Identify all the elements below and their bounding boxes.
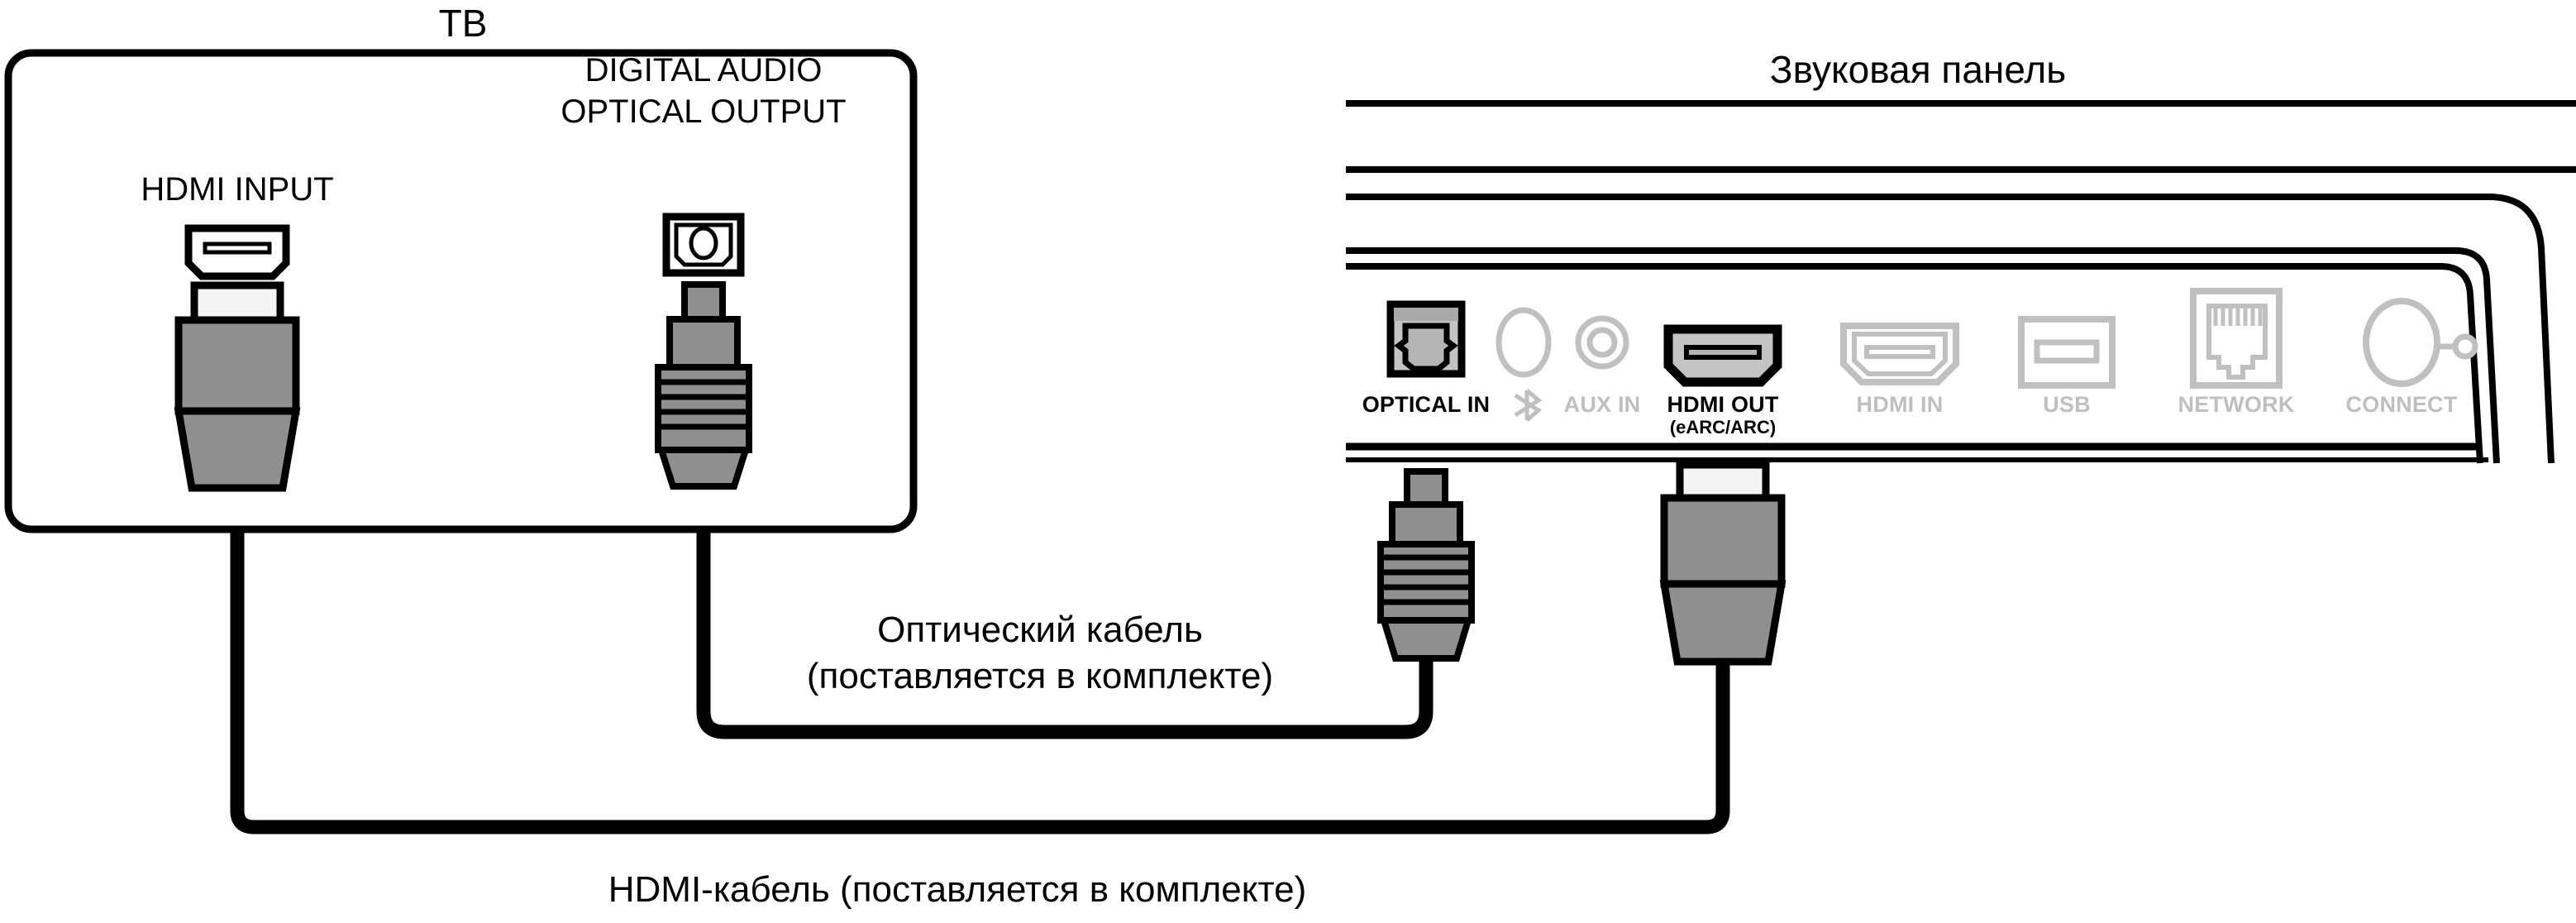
optical-in-port-shade	[1394, 308, 1458, 321]
connect-button-icon	[2363, 298, 2440, 387]
soundbar-port-hdmi-out: HDMI OUT (eARC/ARC)	[1663, 324, 1782, 438]
tv-title: ТВ	[439, 2, 488, 45]
diagram-canvas: ТВ Звуковая панель HDMI INPUT DIGITAL AU…	[0, 0, 2576, 923]
optical-plug-neck	[666, 316, 741, 371]
tv-optical-label-line1: DIGITAL AUDIO	[585, 52, 823, 88]
sb-optical-plug-tip	[1404, 468, 1448, 508]
soundbar-title: Звуковая панель	[1770, 48, 2066, 91]
hdmi-out-port-slot	[1684, 345, 1762, 360]
rj45-pins	[2213, 308, 2263, 326]
optical-plug-tip	[681, 281, 726, 323]
optical-in-label: OPTICAL IN	[1362, 392, 1491, 417]
tv-optical-port-icon	[662, 213, 745, 277]
soundbar-port-network: NETWORK	[2178, 288, 2295, 417]
bluetooth-port-ring	[1496, 307, 1552, 378]
connect-lead-tip	[2452, 333, 2478, 360]
optical-port-hole	[689, 226, 718, 261]
sb-optical-plug-neck	[1389, 501, 1463, 548]
connection-diagram: ТВ Звуковая панель HDMI INPUT DIGITAL AU…	[0, 0, 2576, 923]
tv-hdmi-input-label: HDMI INPUT	[141, 171, 333, 208]
hdmi-in-port-slot	[1864, 345, 1935, 359]
tv-hdmi-port-icon	[184, 224, 290, 280]
sb-hdmi-plug-metal-tip	[1676, 461, 1770, 502]
aux-in-label: AUX IN	[1564, 392, 1641, 417]
tv-device: HDMI INPUT DIGITAL AUDIO OPTICAL OUTPUT	[4, 49, 918, 533]
optical-in-port-keyway	[1394, 323, 1458, 372]
hdmi-out-sublabel: (eARC/ARC)	[1670, 417, 1776, 438]
hdmi-in-label: HDMI IN	[1857, 392, 1944, 417]
hdmi-cable-label: HDMI-кабель (поставляется в комплекте)	[608, 869, 1307, 910]
optical-plug-strain-relief	[656, 447, 751, 490]
connect-label: CONNECT	[2346, 392, 2458, 417]
sb-hdmi-plug-strain-relief	[1659, 580, 1787, 666]
hdmi-plug-metal-tip	[190, 281, 284, 324]
sb-hdmi-plug-body	[1660, 494, 1786, 588]
hdmi-plug-strain-relief	[174, 407, 301, 492]
tv-hdmi-plug	[174, 281, 301, 492]
sb-optical-plug-strain-relief	[1379, 617, 1473, 662]
optical-cable-label-line1: Оптический кабель	[877, 610, 1203, 650]
soundbar-hdmi-plug	[1659, 461, 1787, 666]
aux-in-port-inner	[1586, 327, 1618, 358]
usb-label: USB	[2043, 392, 2091, 417]
usb-port-slot	[2034, 339, 2100, 364]
optical-cable-label-line2: (поставляется в комплекте)	[807, 656, 1273, 696]
network-label: NETWORK	[2178, 392, 2295, 417]
tv-optical-label-line2: OPTICAL OUTPUT	[561, 93, 846, 130]
soundbar-port-hdmi-in: HDMI IN	[1840, 323, 1959, 417]
hdmi-port-slot	[203, 242, 272, 255]
hdmi-plug-body	[174, 316, 300, 415]
hdmi-out-label: HDMI OUT	[1667, 392, 1778, 417]
